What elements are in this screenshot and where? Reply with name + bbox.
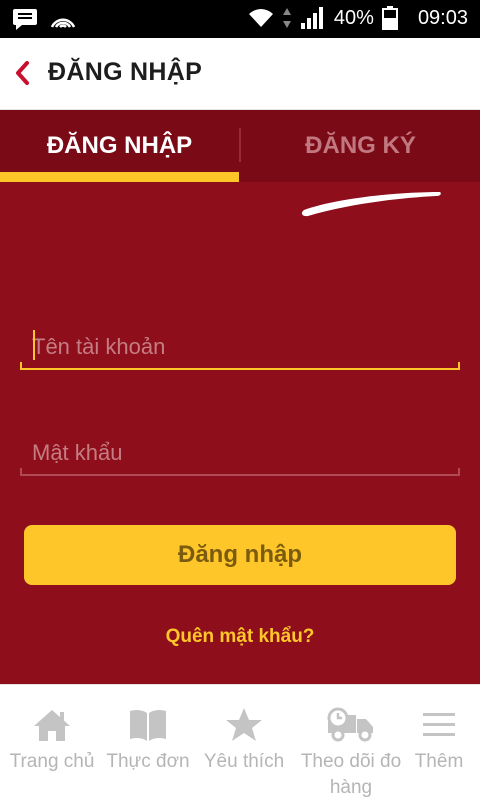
nav-label: Trang chủ bbox=[9, 751, 95, 772]
decorative-swoosh bbox=[301, 192, 441, 217]
active-tab-indicator bbox=[0, 172, 239, 182]
battery-icon bbox=[381, 6, 398, 30]
password-field[interactable] bbox=[20, 430, 460, 476]
forgot-password-link[interactable]: Quên mật khẩu? bbox=[0, 626, 480, 648]
book-icon bbox=[130, 709, 166, 741]
nav-item-more[interactable]: Thêm bbox=[404, 685, 474, 800]
battery-percent: 40% bbox=[333, 6, 374, 29]
login-button[interactable]: Đăng nhập bbox=[24, 525, 456, 585]
nav-item-home[interactable]: Trang chủ bbox=[4, 685, 100, 800]
underline-tick bbox=[458, 362, 460, 370]
nav-item-favorites[interactable]: Yêu thích bbox=[196, 685, 292, 800]
username-underline bbox=[20, 368, 460, 370]
clock: 09:03 bbox=[417, 6, 468, 29]
status-bar: 40% 09:03 bbox=[0, 0, 480, 38]
data-arrows-icon bbox=[282, 8, 291, 28]
text-cursor bbox=[33, 330, 35, 360]
signal-arc-icon bbox=[50, 18, 76, 28]
cell-signal-icon bbox=[300, 7, 323, 29]
menu-icon bbox=[423, 713, 455, 736]
nav-label: Thêm bbox=[414, 751, 464, 772]
nav-item-menu[interactable]: Thực đơn bbox=[100, 685, 196, 800]
underline-tick bbox=[20, 362, 22, 370]
app-bar: ĐĂNG NHẬP bbox=[0, 38, 480, 110]
home-icon bbox=[34, 710, 70, 741]
wifi-icon bbox=[248, 9, 273, 27]
password-underline bbox=[20, 474, 460, 476]
nav-item-order-tracking[interactable]: Theo dõi đo hàng bbox=[292, 685, 410, 800]
star-icon bbox=[226, 708, 262, 741]
bottom-nav: Trang chủ Thực đơn Yêu thích Theo dõi đo… bbox=[0, 684, 480, 800]
username-input[interactable] bbox=[20, 324, 460, 370]
nav-label: Thực đơn bbox=[106, 751, 190, 772]
back-button[interactable] bbox=[14, 60, 38, 88]
underline-tick bbox=[20, 468, 22, 476]
page-title: ĐĂNG NHẬP bbox=[48, 58, 203, 86]
tab-register[interactable]: ĐĂNG KÝ bbox=[241, 110, 480, 182]
username-field[interactable] bbox=[20, 324, 460, 370]
password-input[interactable] bbox=[20, 430, 460, 476]
delivery-truck-icon bbox=[327, 707, 373, 742]
nav-label: Yêu thích bbox=[203, 751, 285, 772]
message-icon bbox=[13, 9, 37, 30]
nav-label: Theo dõi đo hàng bbox=[300, 751, 402, 798]
underline-tick bbox=[458, 468, 460, 476]
chevron-left-icon bbox=[16, 61, 29, 85]
